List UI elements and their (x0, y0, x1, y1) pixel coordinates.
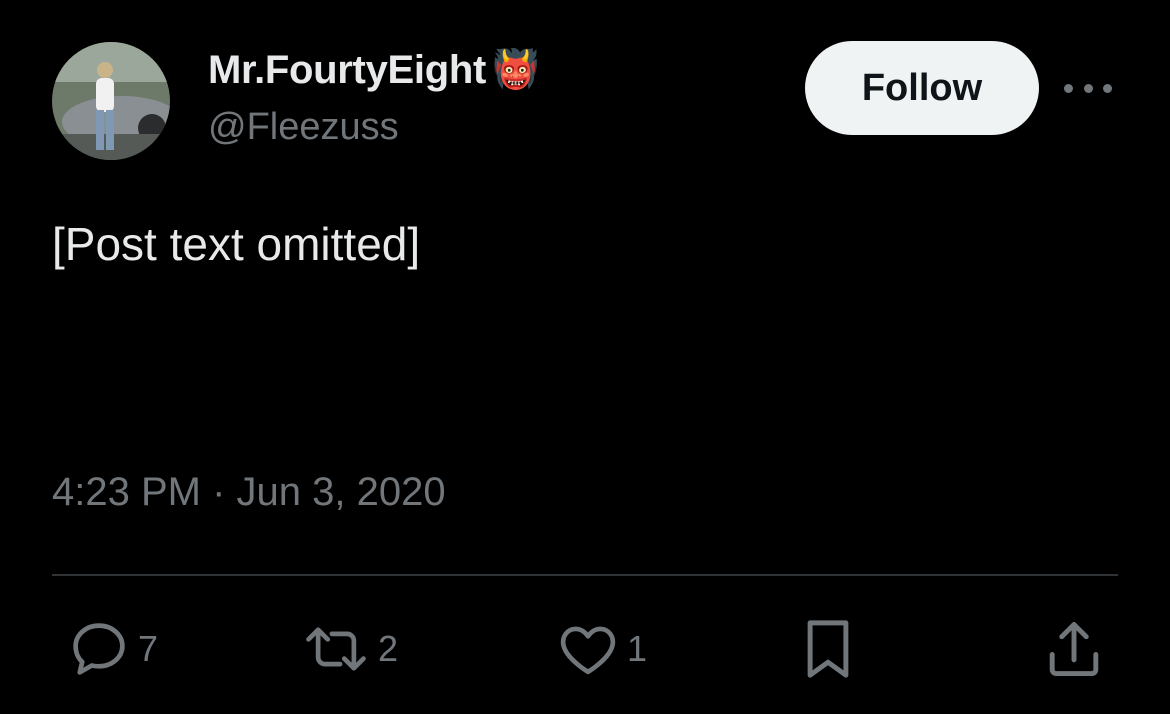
avatar-photo (52, 42, 170, 160)
heart-icon (560, 626, 616, 675)
reply-icon (73, 623, 125, 675)
repost-count: 2 (378, 628, 399, 669)
ogre-emoji-icon: 👹 (492, 49, 540, 91)
share-button[interactable] (1044, 612, 1104, 686)
share-icon (1049, 621, 1099, 676)
bookmark-icon (807, 620, 849, 678)
divider (52, 574, 1118, 576)
repost-icon (306, 627, 366, 671)
like-button[interactable]: 1 (555, 612, 647, 686)
like-count: 1 (627, 628, 648, 669)
repost-button[interactable]: 2 (300, 612, 398, 686)
meta-separator: · (212, 470, 226, 514)
action-bar: 7 2 1 (0, 612, 1170, 686)
post-timestamp: 4:23 PM · Jun 3, 2020 (52, 470, 446, 515)
more-dot (1064, 83, 1073, 93)
reply-button[interactable]: 7 (66, 612, 158, 686)
post-date[interactable]: Jun 3, 2020 (237, 470, 446, 514)
display-name-row: Mr.FourtyEight 👹 (208, 46, 539, 94)
post-time[interactable]: 4:23 PM (52, 470, 201, 514)
reply-count: 7 (138, 628, 159, 669)
more-dot (1083, 83, 1093, 93)
more-dot (1103, 83, 1112, 93)
bookmark-button[interactable] (800, 612, 856, 686)
avatar[interactable] (52, 42, 170, 160)
user-handle[interactable]: @Fleezuss (208, 106, 399, 149)
post-text: [Post text omitted] (52, 218, 421, 270)
more-icon[interactable] (1064, 74, 1112, 102)
display-name[interactable]: Mr.FourtyEight (208, 48, 486, 93)
follow-button[interactable]: Follow (805, 41, 1039, 135)
